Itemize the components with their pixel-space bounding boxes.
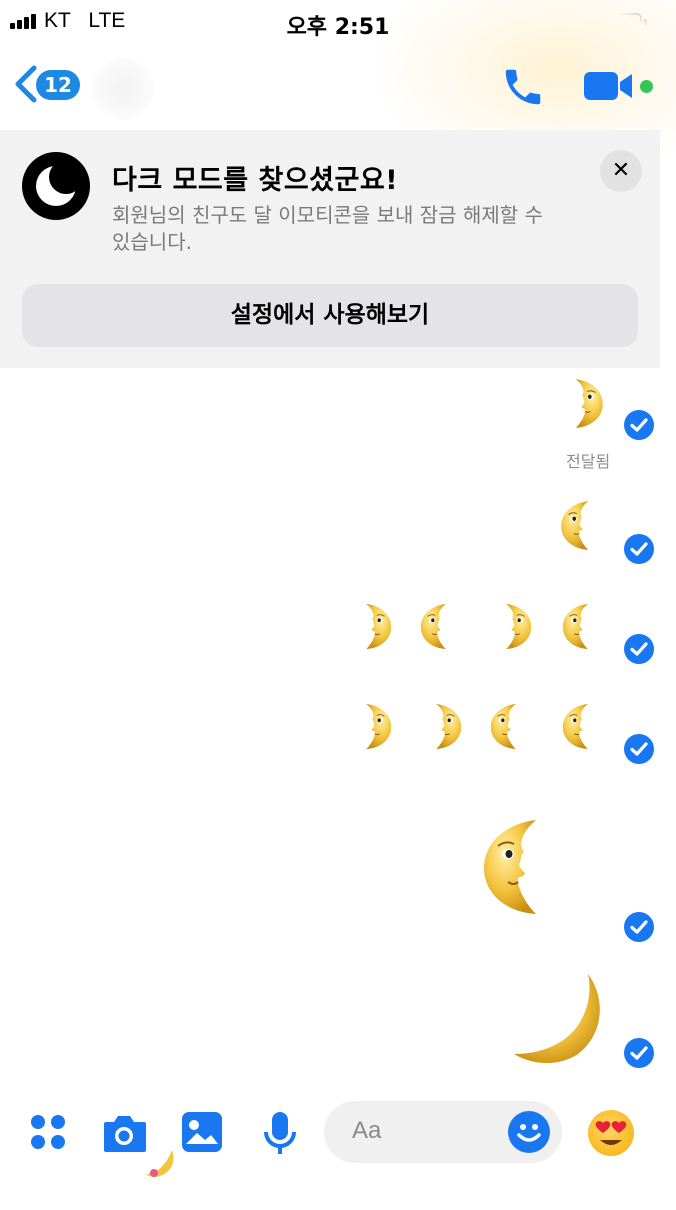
voice-message-button[interactable] — [262, 1110, 298, 1160]
last-quarter-moon-face-emoji — [486, 694, 534, 758]
phone-icon — [505, 69, 541, 105]
message-input[interactable]: Aa — [324, 1101, 562, 1163]
read-receipt-icon — [624, 1038, 654, 1068]
gallery-button[interactable] — [180, 1110, 224, 1158]
camera-button[interactable] — [100, 1110, 148, 1158]
menu-dots-icon — [31, 1115, 65, 1149]
video-call-button[interactable] — [582, 68, 638, 108]
last-quarter-moon-face-emoji — [416, 594, 464, 658]
first-quarter-moon-face-emoji — [488, 594, 536, 658]
dark-mode-moon-icon — [22, 152, 90, 220]
gallery-icon — [182, 1112, 222, 1152]
read-receipt-icon — [624, 734, 654, 764]
crescent-moon-emoji-large[interactable] — [508, 968, 608, 1068]
message-composer: Aa — [0, 1090, 676, 1210]
active-status-dot — [640, 80, 653, 93]
last-quarter-moon-face-emoji[interactable] — [556, 492, 608, 558]
last-quarter-moon-face-emoji — [558, 694, 606, 758]
more-actions-button[interactable] — [28, 1112, 68, 1156]
delivered-status: 전달됨 — [566, 452, 611, 471]
first-quarter-moon-face-emoji — [418, 694, 466, 758]
chat-header: 12 — [0, 0, 676, 170]
first-quarter-moon-face-emoji — [348, 694, 396, 758]
read-receipt-icon — [624, 534, 654, 564]
try-in-settings-button[interactable]: 설정에서 사용해보기 — [22, 284, 638, 347]
read-receipt-icon — [624, 912, 654, 942]
banner-description: 회원님의 친구도 달 이모티콘을 보내 잠금 해제할 수 있습니다. — [112, 203, 543, 254]
read-receipt-icon — [624, 634, 654, 664]
phone-call-button[interactable] — [500, 64, 546, 114]
unread-count-badge[interactable]: 12 — [36, 70, 80, 100]
avatar[interactable] — [92, 58, 154, 120]
video-camera-icon — [584, 72, 632, 100]
message-input-placeholder: Aa — [352, 1117, 382, 1144]
last-quarter-moon-face-emoji-large[interactable] — [474, 796, 574, 936]
dark-mode-moon-hint-icon — [146, 1150, 174, 1177]
heart-eyes-emoji-icon[interactable] — [588, 1110, 634, 1156]
camera-icon — [104, 1116, 146, 1152]
close-icon[interactable]: ✕ — [600, 150, 642, 192]
last-quarter-moon-face-emoji — [558, 594, 606, 658]
microphone-icon — [264, 1112, 296, 1154]
smile-icon[interactable] — [508, 1111, 550, 1153]
first-quarter-moon-face-emoji[interactable] — [556, 370, 608, 436]
dark-mode-banner: 다크 모드를 찾으셨군요! 회원님의 친구도 달 이모티콘을 보내 잠금 해제할… — [0, 130, 660, 368]
read-receipt-icon — [624, 410, 654, 440]
banner-title: 다크 모드를 찾으셨군요! — [112, 165, 399, 196]
first-quarter-moon-face-emoji — [348, 594, 396, 658]
